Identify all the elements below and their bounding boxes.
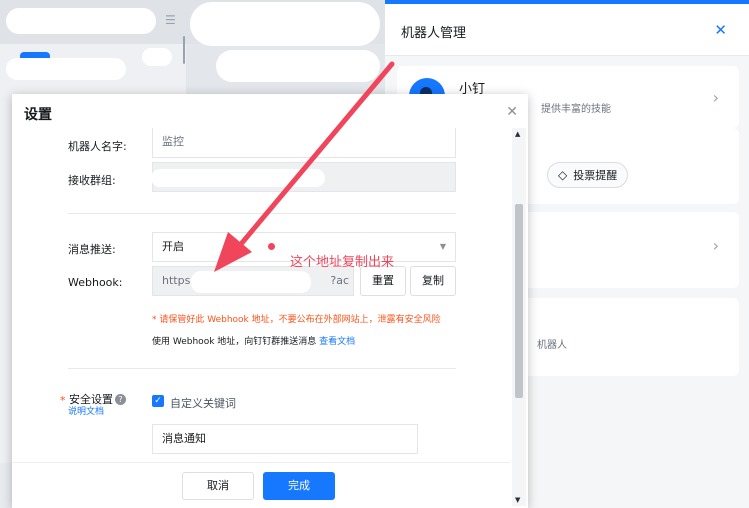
scroll-up-arrow[interactable]: ▲ bbox=[515, 130, 520, 138]
push-label: 消息推送: bbox=[68, 243, 116, 256]
group-label: 接收群组: bbox=[68, 174, 116, 187]
panel-header: 机器人管理 ✕ bbox=[385, 4, 749, 56]
robot-name-input[interactable]: 监控 bbox=[152, 128, 456, 158]
dialog-body[interactable]: 机器人名字: 监控 接收群组: 消息推送: 开启 ▼ Webhook: http… bbox=[12, 128, 510, 462]
security-doc-link[interactable]: 说明文档 bbox=[68, 404, 104, 417]
robot-name-value: 监控 bbox=[162, 135, 184, 148]
close-icon[interactable]: ✕ bbox=[714, 21, 727, 39]
divider bbox=[68, 213, 456, 214]
scrollbar-thumb[interactable] bbox=[515, 204, 523, 398]
dialog-title: 设置 bbox=[24, 107, 52, 123]
chevron-right-icon: › bbox=[712, 236, 719, 255]
scrollbar[interactable]: ▲ ▼ bbox=[512, 128, 526, 506]
redacted-blob bbox=[216, 50, 380, 82]
redacted-blob bbox=[6, 58, 126, 80]
bot-description: 提供丰富的技能 bbox=[541, 104, 611, 115]
redacted-blob bbox=[190, 2, 380, 46]
vote-reminder-label: 投票提醒 bbox=[573, 169, 618, 182]
vote-icon: ◇ bbox=[558, 168, 568, 182]
divider bbox=[68, 368, 456, 369]
reset-button[interactable]: 重置 bbox=[360, 266, 406, 296]
menu-icon[interactable]: ☰ bbox=[165, 14, 177, 26]
close-icon[interactable]: ✕ bbox=[506, 104, 518, 120]
divider bbox=[183, 36, 185, 64]
webhook-label: Webhook: bbox=[68, 276, 123, 289]
cancel-button[interactable]: 取消 bbox=[182, 472, 254, 500]
scroll-down-arrow[interactable]: ▼ bbox=[515, 496, 520, 504]
robot-label: 机器人 bbox=[537, 340, 567, 351]
keyword-checkbox[interactable]: ✓ bbox=[152, 395, 164, 407]
usage-text: 使用 Webhook 地址，向钉钉群推送消息 bbox=[152, 337, 317, 347]
keyword-value: 消息通知 bbox=[162, 432, 206, 445]
settings-dialog: 设置 ✕ 机器人名字: 监控 接收群组: 消息推送: 开启 ▼ Webhook:… bbox=[12, 94, 528, 508]
vote-reminder-chip[interactable]: ◇ 投票提醒 bbox=[547, 162, 629, 188]
redacted-blob bbox=[191, 271, 311, 293]
copy-button[interactable]: 复制 bbox=[410, 266, 456, 296]
redacted-blob bbox=[142, 48, 172, 66]
push-value: 开启 bbox=[162, 240, 184, 253]
redacted-blob bbox=[6, 8, 156, 34]
help-icon[interactable]: ? bbox=[115, 394, 126, 405]
webhook-prefix: https: bbox=[162, 274, 195, 287]
webhook-usage-note: 使用 Webhook 地址，向钉钉群推送消息 查看文档 bbox=[152, 334, 355, 347]
webhook-suffix: ?ac bbox=[330, 274, 349, 287]
keyword-checkbox-label: 自定义关键词 bbox=[170, 397, 236, 410]
keyword-input[interactable]: 消息通知 bbox=[152, 424, 418, 454]
confirm-button[interactable]: 完成 bbox=[263, 472, 335, 500]
annotation-dot bbox=[268, 243, 275, 250]
dialog-footer: 取消 完成 bbox=[12, 462, 510, 508]
view-docs-link[interactable]: 查看文档 bbox=[319, 337, 355, 347]
redacted-blob bbox=[151, 169, 325, 187]
webhook-url-field[interactable]: https: ?ac bbox=[152, 266, 354, 296]
chevron-down-icon: ▼ bbox=[439, 242, 446, 251]
annotation-text: 这个地址复制出来 bbox=[290, 255, 395, 270]
security-warning: * 请保管好此 Webhook 地址，不要公布在外部网站上，泄露有安全风险 bbox=[152, 315, 441, 325]
required-asterisk: * bbox=[60, 394, 66, 407]
panel-title: 机器人管理 bbox=[401, 26, 467, 41]
robot-name-label: 机器人名字: bbox=[68, 140, 127, 153]
group-field bbox=[151, 162, 456, 192]
chevron-right-icon: › bbox=[712, 88, 719, 107]
